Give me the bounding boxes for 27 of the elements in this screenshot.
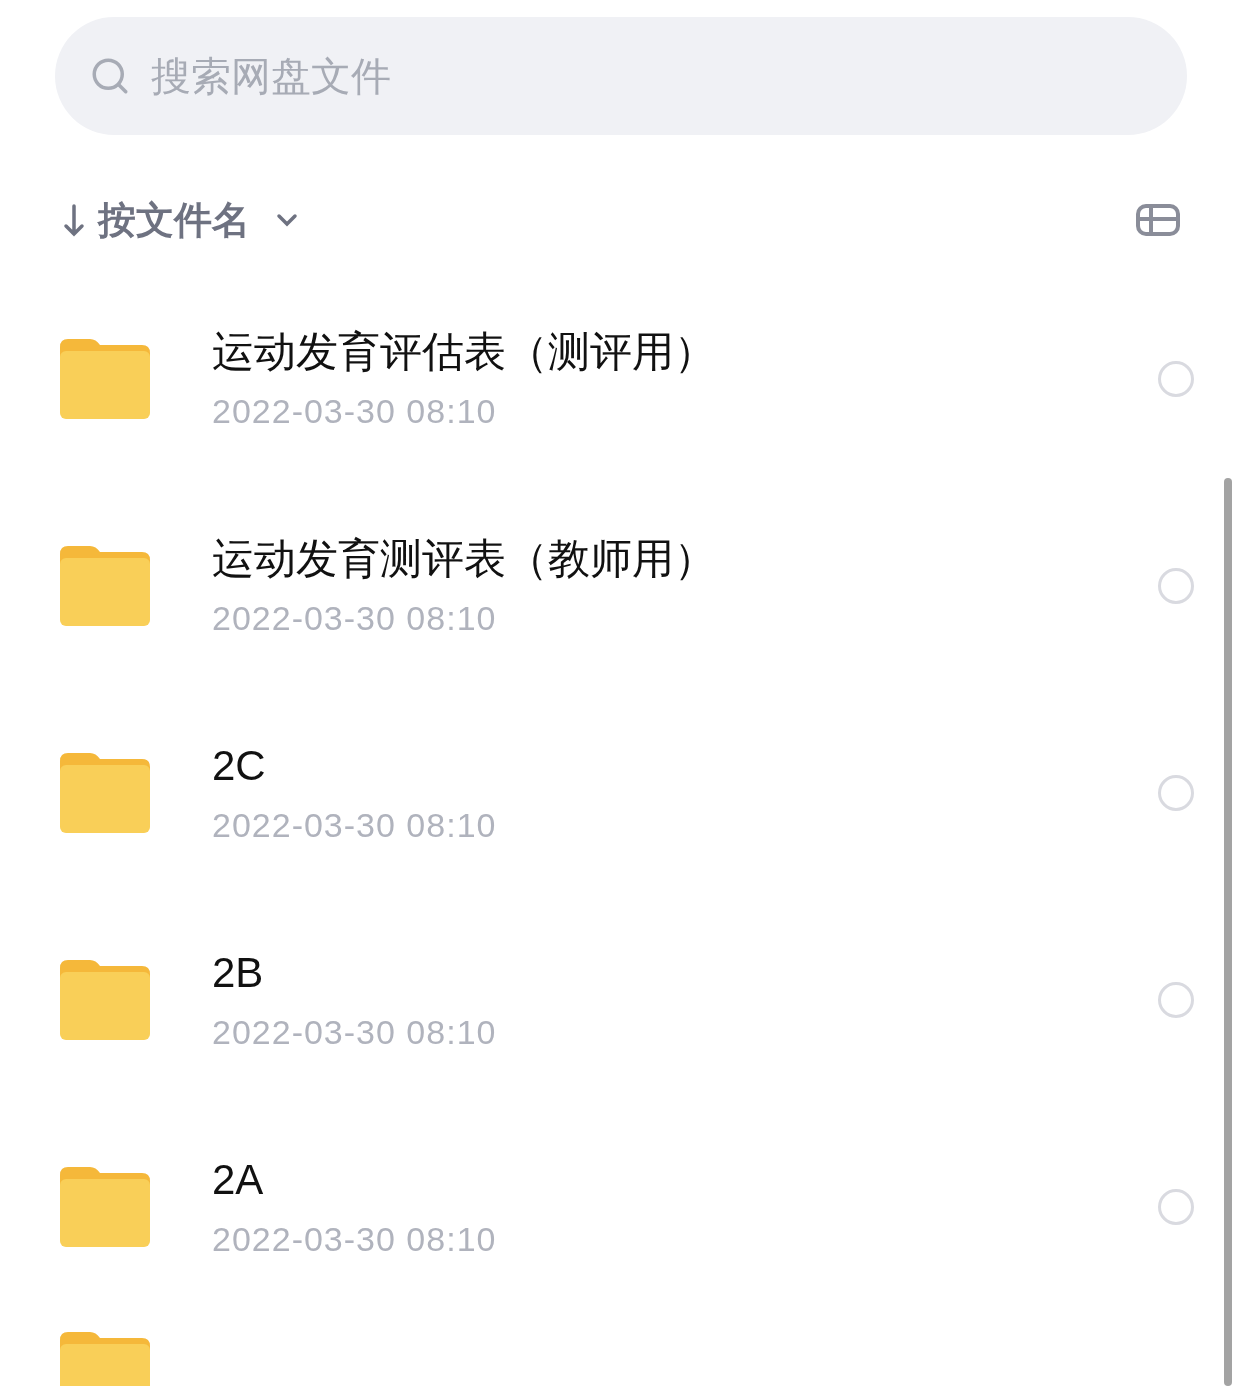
folder-icon (60, 752, 150, 833)
scrollbar[interactable] (1224, 478, 1232, 1386)
file-name: 2B (212, 947, 265, 998)
file-name: 2C (212, 740, 267, 791)
search-field[interactable]: 搜索网盘文件 (55, 17, 1187, 135)
arrow-down-icon (62, 202, 86, 238)
select-radio[interactable] (1158, 1188, 1194, 1225)
chevron-down-icon (276, 213, 298, 227)
file-name: 2A (212, 1154, 265, 1205)
sort-button[interactable]: 按文件名 (62, 191, 298, 249)
select-radio[interactable] (1158, 360, 1194, 397)
file-date: 2022-03-30 08:10 (212, 1218, 498, 1259)
file-name: 运动发育评估表（测评用） (212, 326, 717, 377)
layout-icon[interactable] (1136, 204, 1180, 236)
folder-icon (60, 1166, 150, 1247)
folder-icon (60, 959, 150, 1040)
file-name: 运动发育测评表（教师用） (212, 533, 717, 584)
file-date: 2022-03-30 08:10 (212, 597, 498, 638)
select-radio[interactable] (1158, 567, 1194, 604)
select-radio[interactable] (1158, 981, 1194, 1018)
search-input[interactable]: 搜索网盘文件 (151, 46, 1187, 106)
file-date: 2022-03-30 08:10 (212, 804, 498, 845)
select-radio[interactable] (1158, 774, 1194, 811)
folder-icon (60, 545, 150, 626)
file-date: 2022-03-30 08:10 (212, 1011, 498, 1052)
file-date: 2022-03-30 08:10 (212, 390, 498, 431)
folder-icon (60, 338, 150, 419)
